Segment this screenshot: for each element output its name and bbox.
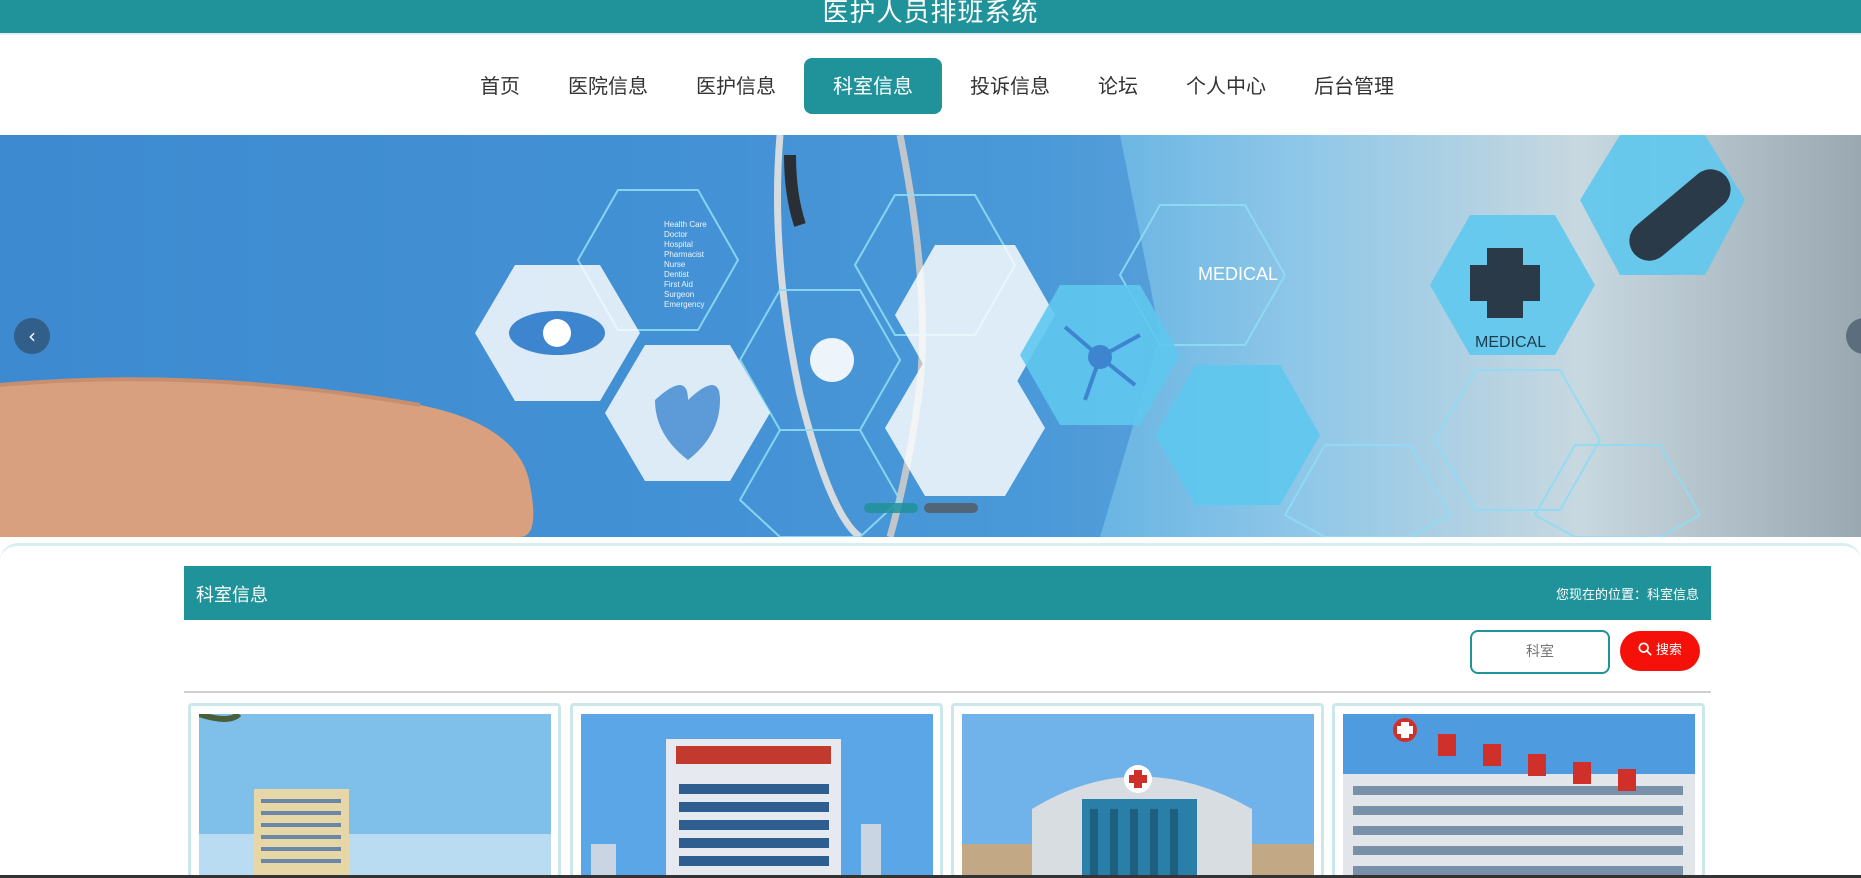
search-button[interactable]: 搜索 xyxy=(1620,631,1700,671)
nav-item-forum[interactable]: 论坛 xyxy=(1078,58,1158,114)
search-icon xyxy=(1638,642,1652,656)
carousel-prev-button[interactable]: ‹ xyxy=(14,318,50,354)
carousel-dot-2[interactable] xyxy=(924,503,978,513)
main-nav: 首页 医院信息 医护信息 科室信息 投诉信息 论坛 个人中心 后台管理 xyxy=(0,36,1861,136)
banner-small-text: Emergency xyxy=(664,300,704,309)
banner-image: MEDICAL MEDICAL Health Care Doctor Hospi… xyxy=(0,135,1745,537)
breadcrumb: 您现在的位置：科室信息 xyxy=(1555,588,1699,603)
nav-item-medical-staff-info[interactable]: 医护信息 xyxy=(676,58,796,114)
banner-small-text: Pharmacist xyxy=(664,250,705,259)
nav-item-home[interactable]: 首页 xyxy=(460,58,540,114)
divider xyxy=(184,691,1711,693)
banner-small-text: First Aid xyxy=(664,280,693,289)
carousel-dot-1[interactable] xyxy=(864,503,918,513)
section-title: 科室信息 xyxy=(196,585,268,606)
department-image xyxy=(199,714,551,875)
department-card[interactable] xyxy=(570,703,943,878)
section-header: 科室信息 您现在的位置：科室信息 xyxy=(184,566,1711,620)
nav-item-complaint-info[interactable]: 投诉信息 xyxy=(950,58,1070,114)
title-bar: 医护人员排班系统 xyxy=(0,0,1861,35)
nav-item-personal-center[interactable]: 个人中心 xyxy=(1166,58,1286,114)
banner-small-text: Doctor xyxy=(664,230,688,239)
banner-medical-label-2: MEDICAL xyxy=(1475,334,1546,351)
department-image xyxy=(962,714,1314,875)
search-button-label: 搜索 xyxy=(1655,643,1682,658)
department-card[interactable] xyxy=(188,703,561,878)
banner-carousel[interactable]: MEDICAL MEDICAL Health Care Doctor Hospi… xyxy=(0,135,1861,537)
banner-small-text: Dentist xyxy=(664,270,690,279)
banner-small-text: Nurse xyxy=(664,260,686,269)
banner-medical-label-1: MEDICAL xyxy=(1198,264,1278,284)
department-image xyxy=(581,714,933,875)
banner-small-text: Hospital xyxy=(664,240,693,249)
department-search-input[interactable] xyxy=(1470,630,1610,674)
site-title: 医护人员排班系统 xyxy=(822,0,1039,28)
department-card[interactable] xyxy=(1332,703,1705,878)
nav-item-hospital-info[interactable]: 医院信息 xyxy=(548,58,668,114)
nav-item-admin[interactable]: 后台管理 xyxy=(1294,58,1414,114)
carousel-indicators xyxy=(864,503,984,513)
department-card[interactable] xyxy=(951,703,1324,878)
chevron-left-icon: ‹ xyxy=(28,324,36,348)
banner-small-text: Health Care xyxy=(664,220,707,229)
department-image xyxy=(1343,714,1695,875)
nav-item-department-info[interactable]: 科室信息 xyxy=(804,58,942,114)
banner-small-text: Surgeon xyxy=(664,290,694,299)
